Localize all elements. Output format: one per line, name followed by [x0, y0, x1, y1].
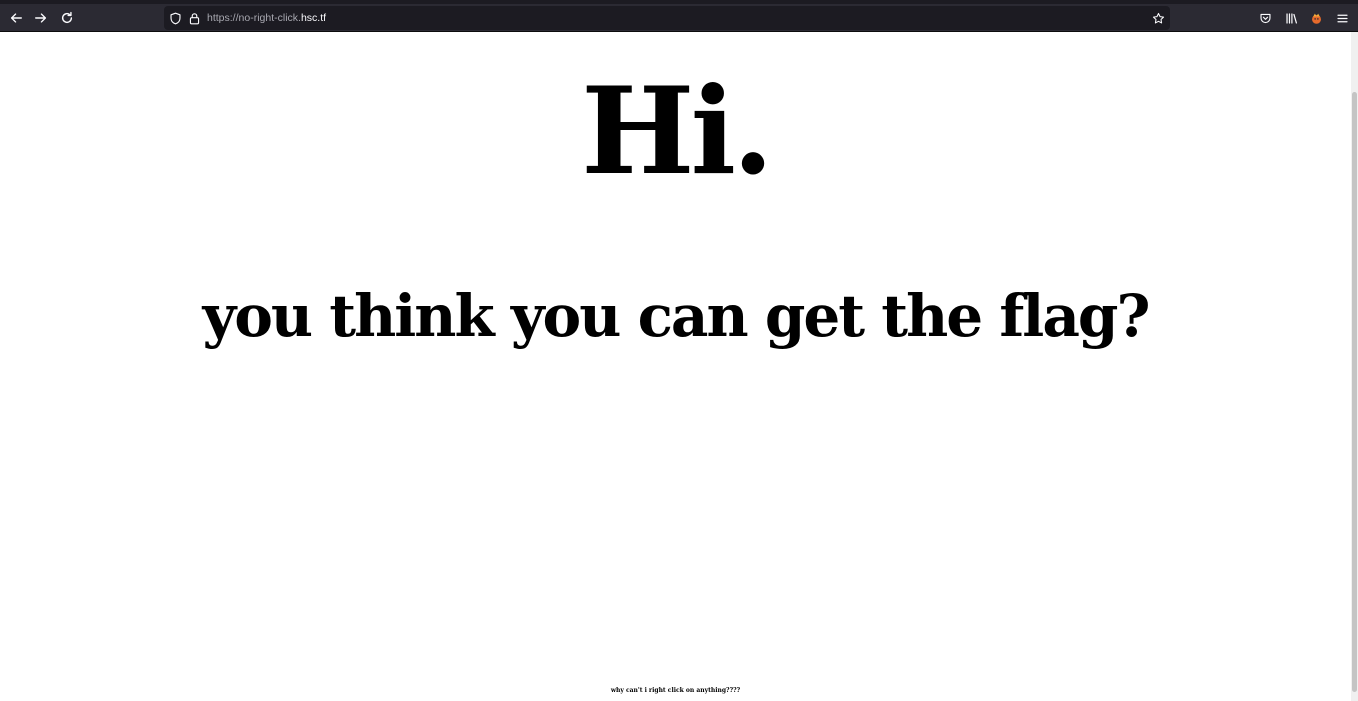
- extension-icon: [1311, 13, 1321, 24]
- url-text[interactable]: https://no-right-click.hsc.tf: [207, 10, 326, 26]
- reload-button[interactable]: [56, 7, 78, 29]
- app-menu-button[interactable]: [1333, 9, 1351, 27]
- lock-icon: [189, 12, 199, 24]
- pocket-icon: [1259, 13, 1271, 23]
- forward-button[interactable]: [30, 7, 52, 29]
- url-host: hsc.tf: [300, 12, 327, 24]
- library-icon: [1285, 12, 1297, 24]
- back-arrow-icon: [10, 13, 22, 23]
- page-scrollbar[interactable]: [1351, 32, 1358, 701]
- reload-icon: [61, 11, 73, 24]
- scrollbar-thumb[interactable]: [1352, 92, 1357, 692]
- browser-toolbar: https://no-right-click.hsc.tf: [0, 0, 1358, 32]
- page-question: you think you can get the flag?: [202, 282, 1151, 350]
- page-heading: Hi.: [581, 61, 774, 202]
- hamburger-menu-icon: [1336, 14, 1348, 22]
- site-info-button[interactable]: [186, 10, 202, 26]
- back-button[interactable]: [5, 7, 27, 29]
- web-page: Hi. you think you can get the flag? why …: [0, 32, 1351, 701]
- library-button[interactable]: [1282, 9, 1300, 27]
- address-bar[interactable]: https://no-right-click.hsc.tf: [164, 6, 1170, 30]
- url-prefix: https://no-right-click.: [207, 12, 301, 24]
- footer-note: why can't i right click on anything????: [610, 687, 741, 694]
- bookmark-button[interactable]: [1150, 10, 1166, 26]
- star-icon: [1152, 12, 1164, 23]
- extension-button[interactable]: [1307, 9, 1325, 27]
- tracking-protection-button[interactable]: [167, 10, 183, 26]
- shield-icon: [169, 12, 181, 24]
- pocket-button[interactable]: [1256, 9, 1274, 27]
- forward-arrow-icon: [35, 13, 47, 23]
